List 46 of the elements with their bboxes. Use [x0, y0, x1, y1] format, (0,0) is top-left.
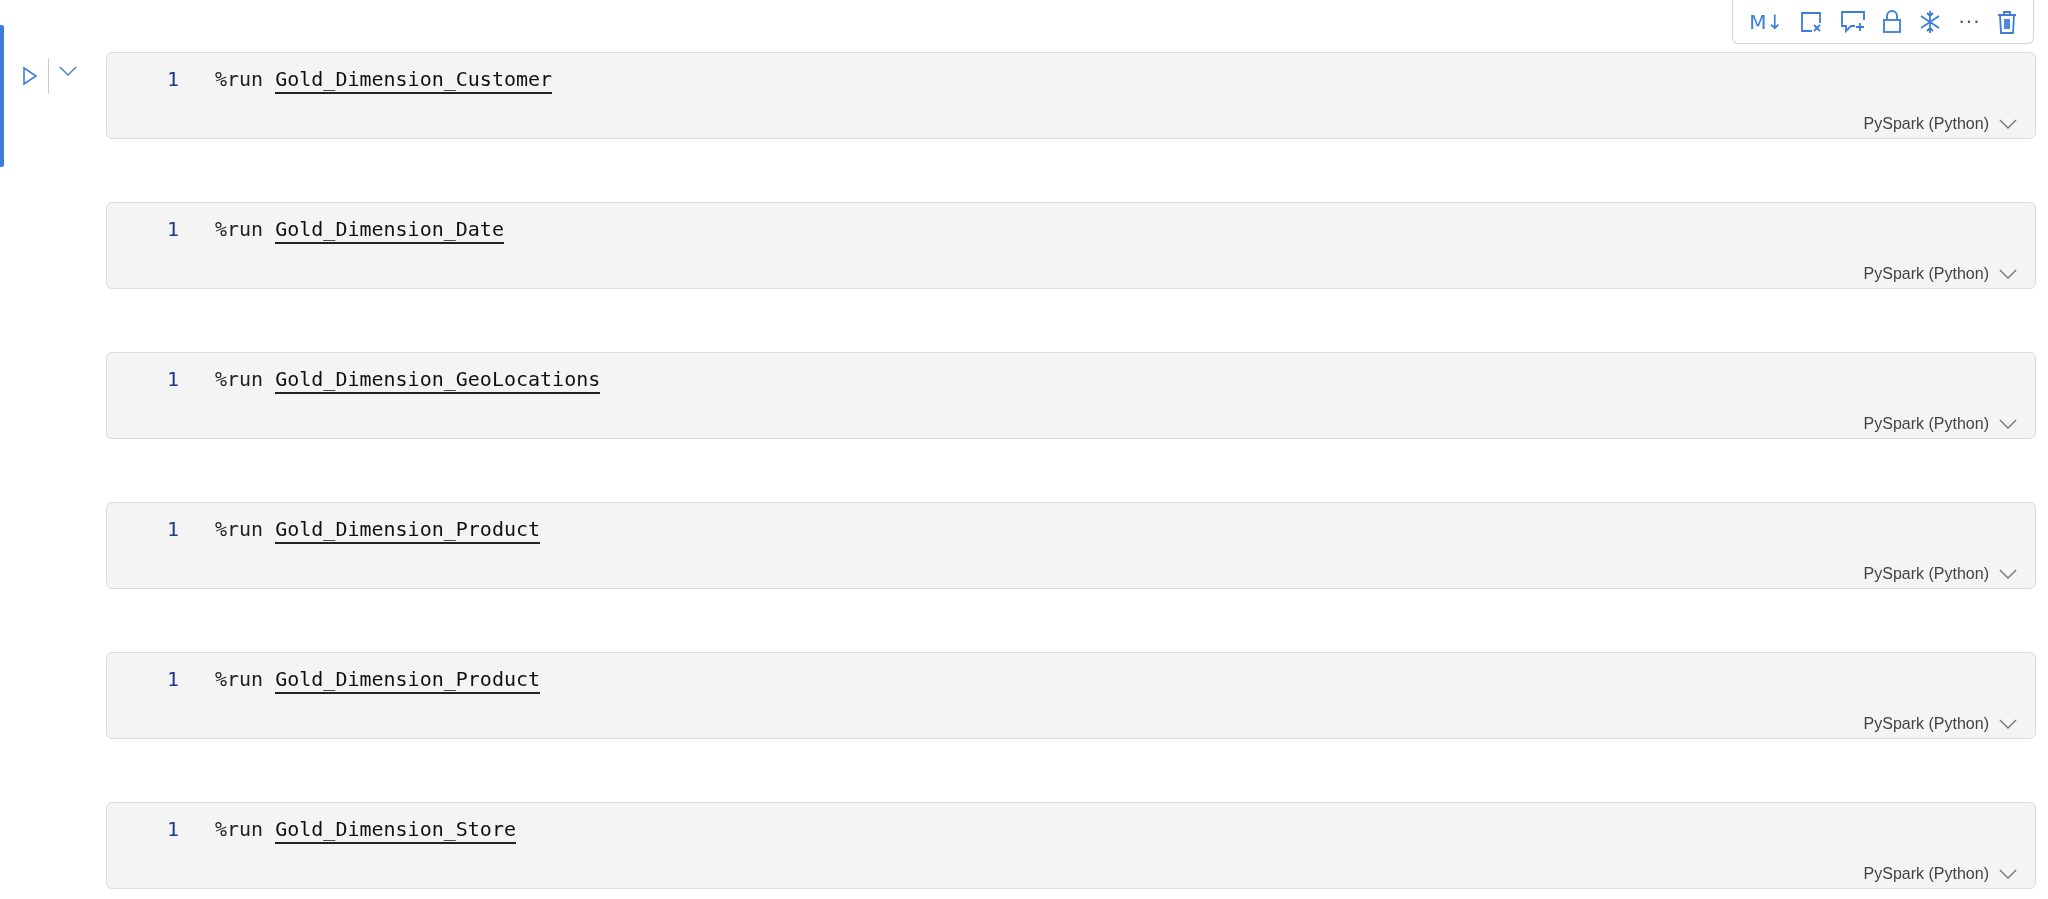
- notebook-link[interactable]: Gold_Dimension_Customer: [275, 67, 553, 94]
- notebook-link[interactable]: Gold_Dimension_Product: [275, 517, 541, 544]
- markdown-button[interactable]: M↓: [1747, 7, 1786, 36]
- line-number: 1: [165, 367, 179, 391]
- chevron-down-icon: [1999, 269, 2017, 279]
- language-selector[interactable]: PySpark (Python): [1857, 864, 2023, 884]
- code-cell[interactable]: 1 %run Gold_Dimension_Store PySpark (Python): [106, 802, 2036, 889]
- notebook-link[interactable]: Gold_Dimension_Date: [275, 217, 504, 244]
- chevron-down-icon: [59, 66, 77, 76]
- chevron-down-icon: [1999, 119, 2017, 129]
- magic-command: %run: [215, 67, 264, 91]
- magic-command: %run: [215, 217, 264, 241]
- language-selector[interactable]: PySpark (Python): [1857, 264, 2023, 284]
- run-cell-button[interactable]: [20, 64, 40, 88]
- chevron-down-icon: [1999, 419, 2017, 429]
- language-selector[interactable]: PySpark (Python): [1857, 714, 2023, 734]
- chevron-down-icon: [1999, 569, 2017, 579]
- code-cell[interactable]: 1 %run Gold_Dimension_Date PySpark (Python): [106, 202, 2036, 289]
- magic-command: %run: [215, 667, 264, 691]
- code-cell[interactable]: 1 %run Gold_Dimension_Product PySpark (Python): [106, 652, 2036, 739]
- code-cell[interactable]: 1 %run Gold_Dimension_Product PySpark (Python): [106, 502, 2036, 589]
- chevron-down-icon: [1999, 869, 2017, 879]
- square-x-icon: [1799, 9, 1824, 34]
- code-cell[interactable]: 1 %run Gold_Dimension_Customer PySpark (Python): [106, 52, 2036, 139]
- line-number: 1: [165, 517, 179, 541]
- magic-command: %run: [215, 367, 264, 391]
- notebook-link[interactable]: Gold_Dimension_Store: [275, 817, 516, 844]
- line-number: 1: [165, 217, 179, 241]
- play-icon: [22, 66, 38, 86]
- trash-icon: [1996, 9, 2017, 34]
- code-cell[interactable]: 1 %run Gold_Dimension_GeoLocations PySpark (Python): [106, 352, 2036, 439]
- language-selector[interactable]: PySpark (Python): [1857, 414, 2023, 434]
- run-options-button[interactable]: [57, 64, 79, 78]
- comment-plus-icon: [1839, 9, 1866, 34]
- line-number: 1: [165, 667, 179, 691]
- language-selector[interactable]: PySpark (Python): [1857, 564, 2023, 584]
- line-number: 1: [165, 817, 179, 841]
- notebook-link[interactable]: Gold_Dimension_Product: [275, 667, 541, 694]
- chevron-down-icon: [1999, 719, 2017, 729]
- more-button[interactable]: ···: [1956, 7, 1983, 36]
- magic-command: %run: [215, 817, 264, 841]
- notebook-link[interactable]: Gold_Dimension_GeoLocations: [275, 367, 601, 394]
- magic-command: %run: [215, 517, 264, 541]
- line-number: 1: [165, 67, 179, 91]
- language-selector[interactable]: PySpark (Python): [1857, 114, 2023, 134]
- lock-icon: [1881, 9, 1902, 34]
